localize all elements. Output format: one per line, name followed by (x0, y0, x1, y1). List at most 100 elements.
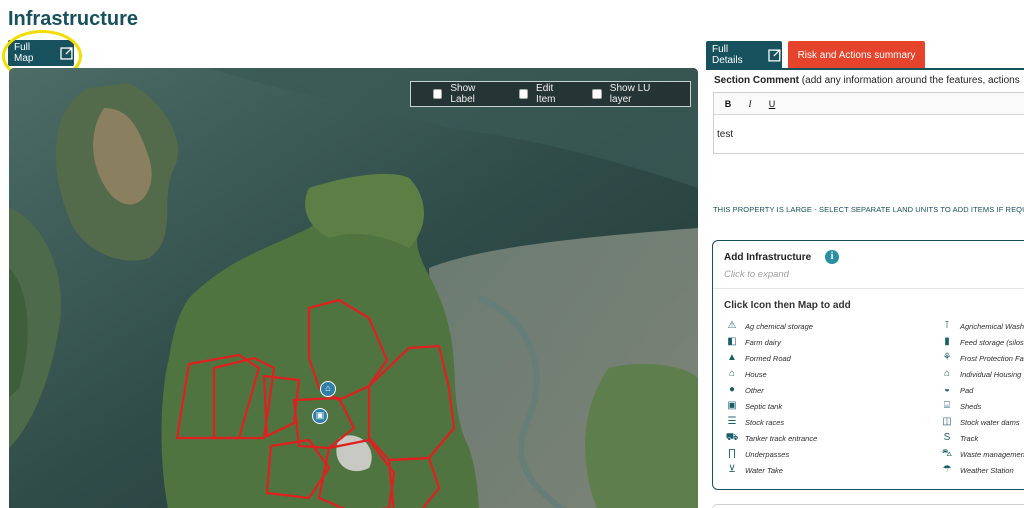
infra-item-label: Underpasses (745, 449, 790, 459)
infra-item-septic-tank[interactable]: ▣ Septic tank (727, 398, 817, 414)
satellite-map[interactable]: Show Label Edit Item Show LU layer ⌂ ▣ (9, 68, 698, 508)
ag-chemical-storage-icon: ⚠ (727, 320, 737, 331)
tab-full-details[interactable]: Full Details (706, 41, 782, 69)
infra-item-label: Individual Housing (960, 369, 1022, 379)
formed-road-icon: ▲ (727, 352, 737, 363)
track-icon: S (943, 432, 951, 443)
show-lu-layer-checkbox[interactable] (592, 89, 602, 99)
show-lu-layer-toggle[interactable]: Show LU layer (592, 83, 670, 105)
stock-water-dam-icon: ◫ (942, 416, 952, 427)
farm-dairy-icon: ◧ (727, 336, 737, 347)
infra-item-label: House (745, 369, 767, 379)
infra-item-weather-station[interactable]: ☂ Weather Station (942, 462, 1024, 478)
italic-button[interactable]: I (744, 99, 756, 109)
infra-item-label: Track (960, 433, 979, 443)
show-lu-layer-text: Show LU layer (609, 83, 651, 105)
infra-item-label: Tanker track entrance (745, 433, 818, 443)
waste-management-icon: ⛍ (941, 448, 953, 459)
tanker-track-icon: ⛟ (725, 432, 739, 443)
infra-item-tanker-track-entrance[interactable]: ⛟ Tanker track entrance (725, 430, 818, 446)
info-icon[interactable]: i (825, 250, 839, 264)
show-label-text: Show Label (450, 83, 476, 105)
comment-editor: B I U test (713, 92, 1024, 154)
feed-storage-icon: ▮ (944, 336, 950, 347)
infra-item-other[interactable]: ● Other (727, 382, 817, 398)
pad-icon: ◒ (943, 384, 951, 395)
tab-full-details-label: Full Details (712, 44, 743, 66)
bold-button[interactable]: B (722, 99, 734, 109)
infra-item-label: Pad (960, 385, 974, 395)
infra-item-formed-road[interactable]: ▲ Formed Road (727, 350, 817, 366)
page-title: Infrastructure (8, 8, 139, 30)
septic-tank-icon: ▣ (727, 400, 737, 411)
sheds-icon: ⌸ (944, 400, 950, 411)
infra-item-label: Formed Road (745, 353, 791, 363)
infra-item-waste-management[interactable]: ⛍ Waste managemen (942, 446, 1024, 462)
show-label-checkbox[interactable] (433, 89, 443, 99)
infra-item-underpasses[interactable]: ∏ Underpasses (727, 446, 817, 462)
weather-station-icon: ☂ (942, 464, 952, 475)
infra-item-label: Stock water dams (960, 417, 1020, 427)
next-section-panel (712, 504, 1024, 508)
infra-item-label: Agrichemical Wash (960, 321, 1024, 331)
frost-protection-icon: ⚘ (942, 352, 952, 363)
add-infrastructure-title[interactable]: Add Infrastructure (724, 252, 811, 263)
infra-item-sheds[interactable]: ⌸ Sheds (942, 398, 1024, 414)
infra-item-frost-protection[interactable]: ⚘ Frost Protection Fa (942, 350, 1024, 366)
infrastructure-page: Infrastructure Full Map Show Label Edit … (0, 0, 1024, 508)
editor-toolbar: B I U (714, 93, 1024, 115)
infra-item-label: Farm dairy (745, 337, 781, 347)
add-infrastructure-panel: Add Infrastructure i Click to expand Cli… (712, 240, 1024, 490)
infrastructure-list-left: ⚠ Ag chemical storage ◧ Farm dairy ▲ Formed… (725, 318, 818, 478)
house-marker-icon[interactable]: ⌂ (320, 381, 336, 397)
infra-item-individual-housing[interactable]: ⌂ Individual Housing (942, 366, 1024, 382)
infra-item-stock-races[interactable]: ☰ Stock races (727, 414, 817, 430)
edit-item-text: Edit Item (536, 83, 556, 105)
section-comment-hint: (add any information around the features… (801, 75, 1020, 86)
section-comment-label: Section Comment (714, 75, 800, 86)
house-icon: ⌂ (728, 368, 736, 379)
tab-divider (706, 68, 1024, 70)
large-property-notice: THIS PROPERTY IS LARGE - SELECT SEPARATE… (713, 205, 1024, 214)
infra-item-house[interactable]: ⌂ House (727, 366, 817, 382)
septic-tank-marker-icon[interactable]: ▣ (312, 408, 328, 424)
infra-item-label: Feed storage (silos, (960, 337, 1024, 347)
infra-item-water-take[interactable]: ⊻ Water Take (727, 462, 817, 478)
infra-item-track[interactable]: S Track (942, 430, 1024, 446)
infra-item-pad[interactable]: ◒ Pad (942, 382, 1024, 398)
panel-divider (713, 288, 1024, 289)
edit-item-toggle[interactable]: Edit Item (518, 83, 573, 105)
infra-item-label: Sheds (960, 401, 982, 411)
infra-item-stock-water-dams[interactable]: ◫ Stock water dams (942, 414, 1024, 430)
underline-button[interactable]: U (766, 99, 778, 109)
add-instruction: Click Icon then Map to add (724, 300, 851, 311)
infra-item-feed-storage[interactable]: ▮ Feed storage (silos, (942, 334, 1024, 350)
individual-housing-icon: ⌂ (943, 368, 951, 379)
infra-item-label: Stock races (745, 417, 785, 427)
section-comment-heading: Section Comment (add any information aro… (714, 75, 1020, 86)
infrastructure-list-right: ⊺ Agrichemical Wash ▮ Feed storage (silos,… (942, 318, 1024, 478)
tab-risk-actions-summary[interactable]: Risk and Actions summary (788, 41, 925, 69)
infra-item-label: Frost Protection Fa (960, 353, 1024, 363)
edit-item-checkbox[interactable] (518, 89, 529, 99)
infra-item-label: Ag chemical storage (745, 321, 813, 331)
expand-hint[interactable]: Click to expand (724, 269, 789, 280)
infra-item-agrichemical-wash[interactable]: ⊺ Agrichemical Wash (942, 318, 1024, 334)
map-layer-controls: Show Label Edit Item Show LU layer (410, 81, 691, 107)
water-take-icon: ⊻ (728, 464, 736, 475)
infra-item-farm-dairy[interactable]: ◧ Farm dairy (727, 334, 817, 350)
stock-races-icon: ☰ (727, 416, 737, 427)
underpass-icon: ∏ (727, 448, 737, 459)
infra-item-label: Septic tank (745, 401, 783, 411)
show-label-toggle[interactable]: Show Label (433, 83, 499, 105)
agrichemical-wash-icon: ⊺ (944, 320, 950, 331)
map-imagery (9, 68, 698, 508)
infra-item-label: Weather Station (960, 465, 1014, 475)
infra-item-label: Waste managemen (960, 449, 1024, 459)
comment-textarea[interactable]: test (714, 115, 1024, 140)
infra-item-label: Other (745, 385, 764, 395)
infra-item-ag-chemical-storage[interactable]: ⚠ Ag chemical storage (727, 318, 817, 334)
infra-item-label: Water Take (745, 465, 783, 475)
external-link-icon (768, 49, 781, 62)
other-icon: ● (728, 384, 736, 395)
